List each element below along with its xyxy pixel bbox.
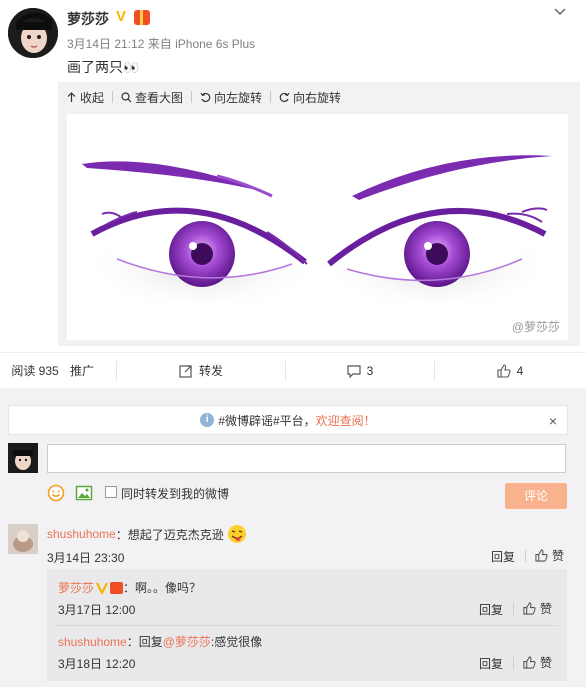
weibo-post-card: 萝莎莎 V 3月14日 21:12 来自 iPhone 6s Plus 画了两只… (0, 0, 586, 687)
rotate-right-icon (279, 92, 290, 102)
op-divider (513, 603, 514, 615)
eyes-drawing (82, 155, 552, 314)
post-source[interactable]: iPhone 6s Plus (175, 37, 255, 51)
op-divider (525, 550, 526, 562)
collapse-label: 收起 (80, 90, 105, 105)
repost-checkbox[interactable] (105, 486, 117, 498)
comment-icon (347, 364, 361, 378)
commenter-avatar[interactable] (8, 524, 38, 554)
like-button[interactable]: 4 (435, 361, 585, 381)
thumbs-up-icon (535, 549, 548, 562)
thumbs-up-icon (523, 656, 536, 669)
post-image[interactable]: @萝莎莎 (67, 114, 568, 340)
reply-list: 萝莎莎 ：啊。。像吗？ 3月17日 12:00 回复 赞 shushuhome … (47, 569, 567, 681)
reply-like-button[interactable]: 赞 (523, 600, 552, 617)
info-icon: i (200, 413, 215, 427)
comment-line: shushuhome ：想起了迈克杰克逊 (47, 524, 247, 544)
toolbar-divider (191, 91, 193, 103)
like-label: 赞 (540, 602, 553, 616)
reply-line: 萝莎莎 ：啊。。像吗？ (58, 579, 201, 596)
like-label: 赞 (540, 656, 553, 670)
submit-comment-button[interactable]: 评论 (505, 483, 567, 509)
reply-username[interactable]: 萝莎莎 (58, 579, 94, 596)
thumbs-up-icon (497, 363, 511, 378)
verified-icon (96, 582, 108, 594)
comment-button[interactable]: 3 (286, 361, 434, 381)
reply-text: ：啊。。像吗？ (123, 581, 202, 595)
comment-text: ：想起了迈克杰克逊 (115, 527, 224, 542)
rumor-notice: i #微博辟谣#平台， 欢迎查阅！ × (8, 405, 568, 435)
repost-label: 转发 (198, 364, 223, 378)
post-meta: 3月14日 21:12 来自 iPhone 6s Plus (67, 35, 255, 52)
rotate-right-label: 向右旋转 (293, 90, 342, 105)
reply-username[interactable]: shushuhome (58, 635, 127, 649)
comment-like-button[interactable]: 赞 (535, 547, 564, 564)
rotate-left-icon (200, 92, 211, 102)
image-watermark: @萝莎莎 (511, 320, 560, 334)
chevron-down-icon[interactable] (552, 4, 568, 20)
like-label: 赞 (552, 549, 565, 563)
view-large-button[interactable]: 查看大图 (121, 89, 183, 106)
collapse-arrow-icon (67, 91, 76, 102)
reply-line: shushuhome ：回复 @萝莎莎 :感觉很像 (58, 633, 262, 650)
post-body: 画了两只 (67, 59, 123, 75)
reply-button[interactable]: 回复 (479, 655, 503, 672)
comment-count: 3 (366, 363, 374, 378)
repost-button[interactable]: 转发 (117, 361, 285, 381)
like-count: 4 (516, 363, 524, 378)
image-upload-icon[interactable] (75, 484, 93, 502)
comment-username[interactable]: shushuhome (47, 527, 116, 541)
my-avatar[interactable] (8, 443, 38, 473)
member-gift-icon (134, 10, 150, 25)
mention-link[interactable]: @萝莎莎 (163, 633, 211, 650)
close-icon[interactable]: × (549, 413, 557, 429)
image-toolbar: 收起 查看大图 向左旋转 向右旋转 (66, 88, 341, 106)
emoji-icon[interactable] (47, 484, 65, 502)
post-text: 画了两只👀 (67, 57, 139, 77)
reply-button[interactable]: 回复 (479, 601, 503, 618)
rotate-left-label: 向左旋转 (214, 90, 263, 105)
notice-link[interactable]: 欢迎查阅！ (316, 412, 376, 429)
reply-time: 3月18日 12:20 (58, 657, 136, 671)
reply-time: 3月17日 12:00 (58, 603, 136, 617)
collapse-button[interactable]: 收起 (66, 89, 104, 106)
member-gift-icon (110, 581, 124, 594)
reply-like-button[interactable]: 赞 (523, 654, 552, 671)
notice-text: #微博辟谣#平台， (218, 413, 316, 428)
eyes-emoji-icon: 👀 (123, 60, 139, 75)
action-bar: 阅读 935 推广 转发 3 4 (0, 352, 586, 388)
toolbar-divider (270, 91, 272, 103)
toolbar-divider (112, 91, 114, 103)
source-prefix: 来自 (147, 37, 172, 51)
verified-icon: V (116, 8, 127, 25)
repost-checkbox-label[interactable]: 同时转发到我的微博 (121, 485, 229, 502)
comment-input[interactable] (47, 444, 566, 473)
repost-icon (179, 364, 192, 378)
view-large-label: 查看大图 (135, 90, 184, 105)
author-avatar[interactable] (8, 8, 58, 58)
thumbs-up-icon (523, 602, 536, 615)
read-count: 阅读 935 (11, 364, 59, 378)
reply-prefix: ：回复 (126, 635, 163, 649)
rotate-right-button[interactable]: 向右旋转 (279, 89, 341, 106)
promote-button[interactable]: 推广 (70, 361, 116, 381)
magnifier-icon (121, 91, 132, 102)
reply-divider (56, 625, 558, 626)
reply-text: :感觉很像 (210, 635, 263, 649)
tongue-out-emoji-icon (227, 525, 246, 543)
reply-button[interactable]: 回复 (491, 548, 515, 565)
post-time[interactable]: 3月14日 21:12 (67, 37, 144, 51)
author-name[interactable]: 萝莎莎 (67, 9, 109, 29)
op-divider (513, 657, 514, 669)
rotate-left-button[interactable]: 向左旋转 (200, 89, 262, 106)
comment-time: 3月14日 23:30 (47, 551, 125, 565)
